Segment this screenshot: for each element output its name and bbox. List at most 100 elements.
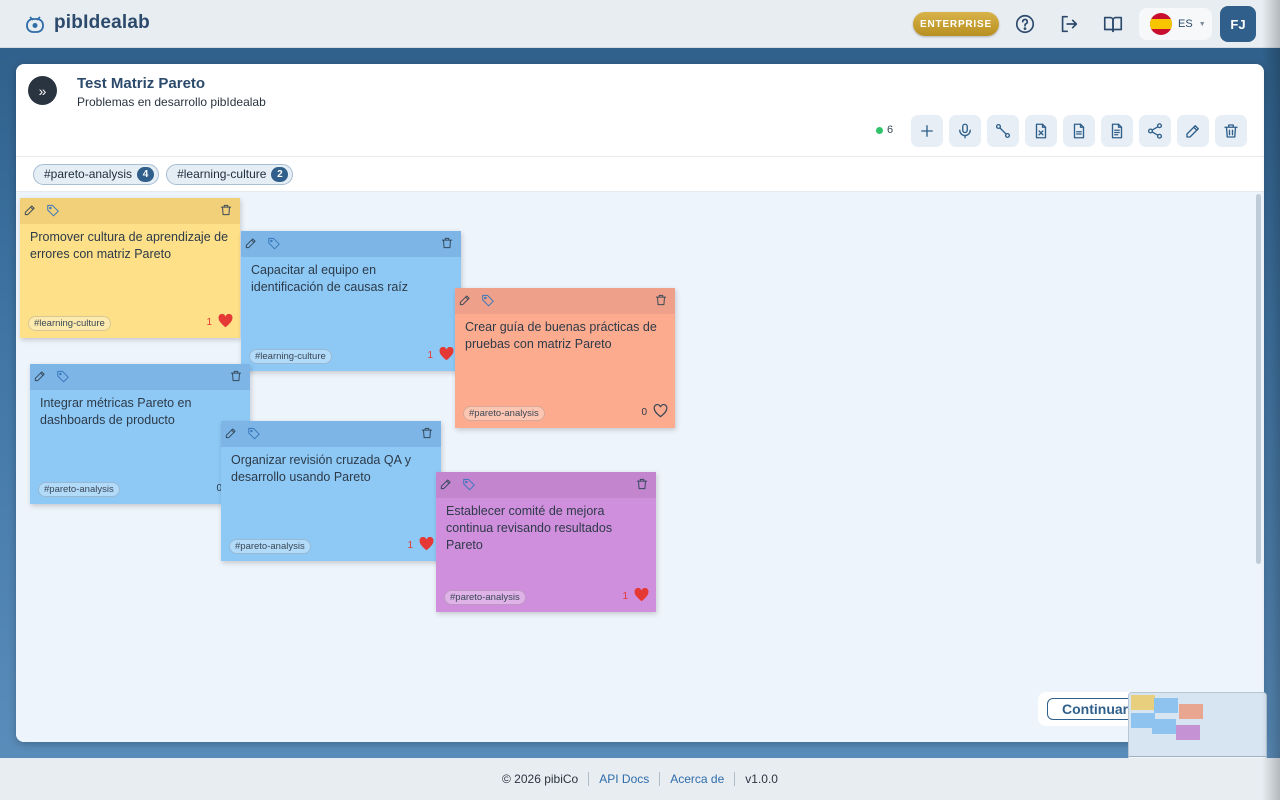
top-bar: pibIdealab ENTERPRISE ES ▼ FJ	[0, 0, 1280, 48]
edit-icon[interactable]	[457, 292, 473, 308]
app-logo[interactable]: pibIdealab	[24, 12, 150, 34]
board-toolbar	[911, 115, 1247, 147]
tag-count: 4	[137, 166, 155, 182]
enterprise-badge: ENTERPRISE	[913, 12, 999, 36]
book-icon[interactable]	[1101, 12, 1125, 36]
online-count: 6	[887, 124, 894, 136]
chevron-down-icon: ▼	[1198, 20, 1206, 28]
note-likes: 1	[622, 587, 649, 605]
heart-icon[interactable]	[218, 313, 233, 331]
app-version: v1.0.0	[745, 772, 778, 786]
edit-icon[interactable]	[243, 235, 259, 251]
edit-icon[interactable]	[223, 425, 239, 441]
sticky-note[interactable]: Promover cultura de aprendizaje de error…	[20, 198, 240, 338]
report-button[interactable]	[1101, 115, 1133, 147]
tag-icon[interactable]	[461, 476, 477, 492]
export-excel-button[interactable]	[1025, 115, 1057, 147]
minimap-note	[1154, 698, 1178, 713]
user-avatar[interactable]: FJ	[1220, 6, 1256, 42]
note-header[interactable]	[455, 288, 675, 314]
trash-icon[interactable]	[419, 425, 435, 441]
sticky-note[interactable]: Establecer comité de mejora continua rev…	[436, 472, 656, 612]
heart-icon[interactable]	[419, 536, 434, 554]
help-icon[interactable]	[1013, 12, 1037, 36]
logout-icon[interactable]	[1057, 12, 1081, 36]
footer: © 2026 pibiCo API Docs Acerca de v1.0.0	[0, 758, 1280, 800]
note-tag[interactable]: #pareto-analysis	[229, 539, 311, 554]
tag-filter-bar: #pareto-analysis 4 #learning-culture 2	[16, 156, 1264, 192]
tag-icon[interactable]	[266, 235, 282, 251]
delete-board-button[interactable]	[1215, 115, 1247, 147]
note-text: Establecer comité de mejora continua rev…	[446, 504, 613, 552]
note-text: Integrar métricas Pareto en dashboards d…	[40, 396, 192, 427]
board-subtitle: Problemas en desarrollo pibIdealab	[77, 95, 266, 109]
note-header[interactable]	[436, 472, 656, 498]
edit-icon	[1186, 125, 1199, 138]
tag-filter-pareto-analysis[interactable]: #pareto-analysis 4	[33, 163, 160, 185]
edge-shadow	[1262, 0, 1280, 800]
app-name: pibIdealab	[54, 12, 150, 33]
heart-icon[interactable]	[653, 403, 668, 421]
note-header[interactable]	[241, 231, 461, 257]
footer-divider	[734, 772, 736, 786]
note-tag[interactable]: #pareto-analysis	[444, 590, 526, 605]
share-button[interactable]	[1139, 115, 1171, 147]
note-likes: 1	[206, 313, 233, 331]
sticky-note[interactable]: Integrar métricas Pareto en dashboards d…	[30, 364, 250, 504]
connect-notes-button[interactable]	[987, 115, 1019, 147]
report-icon	[1111, 123, 1123, 139]
sticky-note[interactable]: Capacitar al equipo en identificación de…	[241, 231, 461, 371]
note-header[interactable]	[221, 421, 441, 447]
board-title: Test Matriz Pareto	[77, 75, 206, 92]
edit-board-button[interactable]	[1177, 115, 1209, 147]
microphone-icon	[959, 123, 971, 139]
note-tag[interactable]: #learning-culture	[28, 316, 111, 331]
tag-icon[interactable]	[480, 292, 496, 308]
minimap-note	[1131, 695, 1155, 710]
export-document-button[interactable]	[1063, 115, 1095, 147]
sticky-note[interactable]: Organizar revisión cruzada QA y desarrol…	[221, 421, 441, 561]
edit-icon[interactable]	[438, 476, 454, 492]
minimap-note	[1179, 704, 1203, 719]
heart-icon[interactable]	[439, 346, 454, 364]
like-count: 1	[206, 317, 212, 328]
trash-icon[interactable]	[439, 235, 455, 251]
heart-icon[interactable]	[634, 587, 649, 605]
trash-icon[interactable]	[228, 368, 244, 384]
edit-icon[interactable]	[32, 368, 48, 384]
tag-filter-learning-culture[interactable]: #learning-culture 2	[166, 163, 294, 185]
edit-icon[interactable]	[22, 202, 38, 218]
add-note-button[interactable]	[911, 115, 943, 147]
note-header[interactable]	[30, 364, 250, 390]
share-icon	[1147, 123, 1163, 139]
tag-icon[interactable]	[246, 425, 262, 441]
note-header[interactable]	[20, 198, 240, 224]
about-link[interactable]: Acerca de	[670, 772, 724, 786]
tag-icon[interactable]	[55, 368, 71, 384]
note-text: Crear guía de buenas prácticas de prueba…	[465, 320, 657, 351]
expand-sidebar-button[interactable]: »	[28, 76, 57, 105]
connect-icon	[995, 123, 1011, 139]
language-selector[interactable]: ES ▼	[1139, 8, 1212, 40]
note-tag[interactable]: #learning-culture	[249, 349, 332, 364]
note-tag[interactable]: #pareto-analysis	[38, 482, 120, 497]
note-likes: 1	[427, 346, 454, 364]
tag-label: #pareto-analysis	[44, 167, 133, 181]
trash-icon[interactable]	[218, 202, 234, 218]
trash-icon[interactable]	[653, 292, 669, 308]
language-code: ES	[1178, 18, 1193, 30]
spain-flag-icon	[1150, 13, 1172, 35]
logo-icon	[24, 12, 46, 34]
tag-icon[interactable]	[45, 202, 61, 218]
footer-divider	[659, 772, 661, 786]
vertical-scrollbar[interactable]	[1256, 194, 1261, 564]
sticky-note[interactable]: Crear guía de buenas prácticas de prueba…	[455, 288, 675, 428]
trash-icon	[1224, 124, 1238, 138]
voice-input-button[interactable]	[949, 115, 981, 147]
minimap-note	[1152, 719, 1176, 734]
like-count: 1	[622, 591, 628, 602]
tag-label: #learning-culture	[177, 167, 267, 181]
note-tag[interactable]: #pareto-analysis	[463, 406, 545, 421]
api-docs-link[interactable]: API Docs	[599, 772, 649, 786]
trash-icon[interactable]	[634, 476, 650, 492]
